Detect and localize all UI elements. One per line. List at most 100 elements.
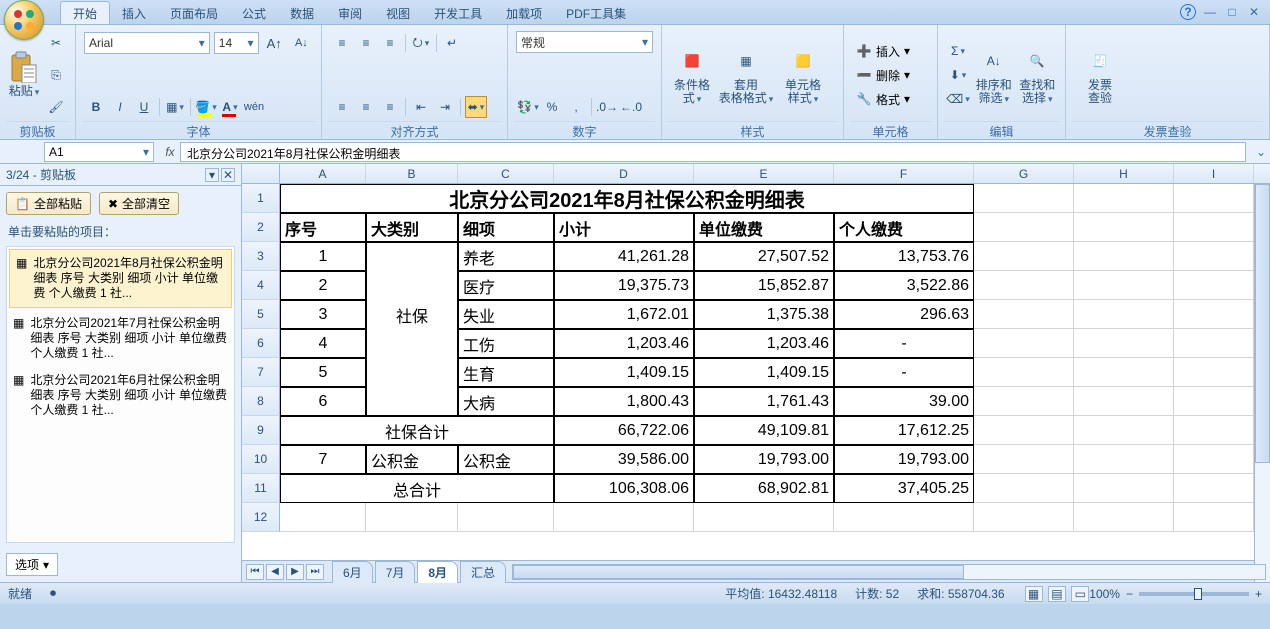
worksheet[interactable]: ABCDEFGHI 1北京分公司2021年8月社保公积金明细表2序号大类别细项小… (242, 164, 1270, 582)
tab-nav-next-icon[interactable]: ▶ (286, 564, 304, 580)
cell[interactable]: 7 (280, 445, 366, 474)
view-layout-icon[interactable]: ▤ (1048, 586, 1066, 602)
col-header-E[interactable]: E (694, 164, 834, 183)
col-header-B[interactable]: B (366, 164, 458, 183)
cell[interactable] (458, 503, 554, 532)
cell[interactable]: 大类别 (366, 213, 458, 242)
tab-nav-first-icon[interactable]: ⏮ (246, 564, 264, 580)
align-right-icon[interactable]: ≡ (379, 96, 401, 118)
zoom-slider[interactable] (1139, 592, 1249, 596)
cell[interactable]: 个人缴费 (834, 213, 974, 242)
table-format-button[interactable]: ▦套用 表格格式 (716, 29, 776, 121)
cell[interactable]: 1,409.15 (554, 358, 694, 387)
delete-cells-button[interactable]: ➖删除▾ (852, 63, 929, 87)
cell[interactable]: 大病 (458, 387, 554, 416)
cell[interactable]: 27,507.52 (694, 242, 834, 271)
cell[interactable] (1174, 445, 1254, 474)
tab-nav-last-icon[interactable]: ⏭ (306, 564, 324, 580)
cell[interactable] (1074, 358, 1174, 387)
clear-all-button[interactable]: ✖全部清空 (99, 192, 179, 215)
border-icon[interactable]: ▦ (164, 96, 186, 118)
grow-font-icon[interactable]: A↑ (264, 32, 285, 54)
cell[interactable] (1174, 503, 1254, 532)
bold-icon[interactable]: B (85, 96, 107, 118)
cell[interactable]: 总合计 (280, 474, 554, 503)
col-header-H[interactable]: H (1074, 164, 1174, 183)
cell[interactable] (1174, 474, 1254, 503)
cell[interactable]: 单位缴费 (694, 213, 834, 242)
cell[interactable]: 北京分公司2021年8月社保公积金明细表 (280, 184, 974, 213)
cell[interactable] (1074, 474, 1174, 503)
cell[interactable] (974, 329, 1074, 358)
cell[interactable]: - (834, 358, 974, 387)
wrap-text-icon[interactable]: ↵ (441, 32, 463, 54)
cell[interactable]: 5 (280, 358, 366, 387)
tab-视图[interactable]: 视图 (374, 2, 422, 24)
cell[interactable] (1174, 184, 1254, 213)
cell[interactable]: 公积金 (366, 445, 458, 474)
cell[interactable]: 3 (280, 300, 366, 329)
cell[interactable] (694, 503, 834, 532)
close-icon[interactable]: ✕ (1246, 4, 1262, 20)
dec-decimal-icon[interactable]: ←.0 (620, 96, 642, 118)
restore-icon[interactable]: □ (1224, 4, 1240, 20)
formula-expand-icon[interactable]: ⌄ (1252, 145, 1270, 159)
cell[interactable] (1074, 300, 1174, 329)
sheet-tab-8月[interactable]: 8月 (417, 561, 458, 583)
select-all-corner[interactable] (242, 164, 280, 183)
align-middle-icon[interactable]: ≡ (355, 32, 377, 54)
clipboard-close-icon[interactable]: ✕ (221, 168, 235, 182)
cell[interactable] (1174, 271, 1254, 300)
cell[interactable] (1174, 300, 1254, 329)
cell[interactable]: 小计 (554, 213, 694, 242)
cell[interactable]: 13,753.76 (834, 242, 974, 271)
cell[interactable] (1074, 271, 1174, 300)
cell[interactable] (366, 503, 458, 532)
align-bottom-icon[interactable]: ≡ (379, 32, 401, 54)
merge-icon[interactable]: ⬌ (465, 96, 487, 118)
cell[interactable]: 2 (280, 271, 366, 300)
view-normal-icon[interactable]: ▦ (1025, 586, 1043, 602)
cell[interactable]: 1,409.15 (694, 358, 834, 387)
cell[interactable]: 17,612.25 (834, 416, 974, 445)
align-top-icon[interactable]: ≡ (331, 32, 353, 54)
cell[interactable]: 1 (280, 242, 366, 271)
cell[interactable] (974, 445, 1074, 474)
fill-color-icon[interactable]: 🪣 (195, 96, 217, 118)
row-header[interactable]: 8 (242, 387, 280, 416)
view-pagebreak-icon[interactable]: ▭ (1071, 586, 1089, 602)
cell-style-button[interactable]: 🟨单元格 样式 (776, 29, 830, 121)
fill-icon[interactable]: ⬇ (947, 64, 969, 86)
cell[interactable]: 1,672.01 (554, 300, 694, 329)
office-button[interactable] (4, 0, 44, 40)
cell[interactable] (974, 271, 1074, 300)
font-size-select[interactable]: 14▾ (214, 32, 259, 54)
clipboard-options-button[interactable]: 选项▾ (6, 553, 58, 576)
indent-right-icon[interactable]: ⇥ (434, 96, 456, 118)
fx-icon[interactable]: fx (160, 145, 180, 159)
cell[interactable]: 1,375.38 (694, 300, 834, 329)
cell[interactable]: 养老 (458, 242, 554, 271)
shrink-font-icon[interactable]: A↓ (291, 32, 312, 54)
sheet-tab-7月[interactable]: 7月 (375, 561, 416, 583)
cell[interactable]: 社保 (366, 300, 458, 329)
cell[interactable]: 19,793.00 (694, 445, 834, 474)
formula-content[interactable]: 北京分公司2021年8月社保公积金明细表 (180, 142, 1246, 162)
paste-all-button[interactable]: 📋全部粘贴 (6, 192, 91, 215)
cell[interactable]: 公积金 (458, 445, 554, 474)
col-header-D[interactable]: D (554, 164, 694, 183)
cell[interactable] (1074, 329, 1174, 358)
cell[interactable]: 106,308.06 (554, 474, 694, 503)
autosum-icon[interactable]: Σ (947, 40, 969, 62)
cell[interactable] (1174, 213, 1254, 242)
cell[interactable]: 社保合计 (280, 416, 554, 445)
cell[interactable] (1074, 387, 1174, 416)
cell[interactable] (1074, 242, 1174, 271)
cell[interactable]: 1,203.46 (694, 329, 834, 358)
indent-left-icon[interactable]: ⇤ (410, 96, 432, 118)
row-header[interactable]: 7 (242, 358, 280, 387)
paste-button[interactable]: 粘贴 (6, 29, 42, 121)
cell[interactable] (1074, 184, 1174, 213)
cell[interactable] (1174, 387, 1254, 416)
comma-icon[interactable]: , (565, 96, 587, 118)
